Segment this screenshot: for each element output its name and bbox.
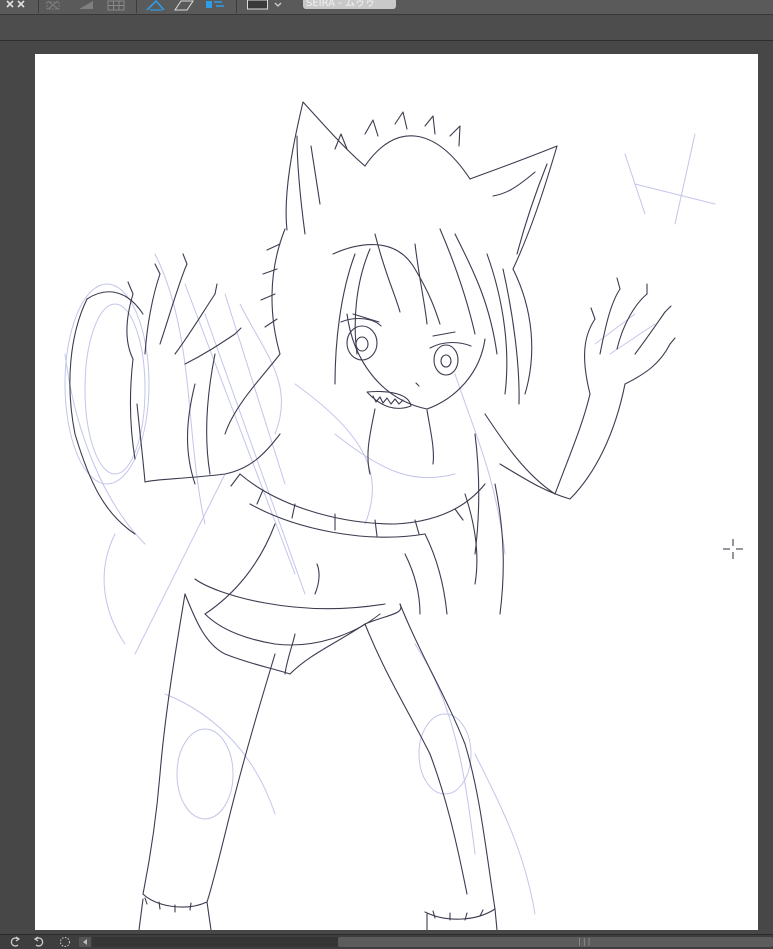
- subview-dropdown[interactable]: SEIRA - ムゥゥ: [303, 0, 396, 9]
- toolbar-separator: [38, 0, 39, 13]
- scrollbar-thumb[interactable]: [338, 937, 773, 947]
- ruler-snap-icon[interactable]: [144, 0, 168, 11]
- drawing-canvas[interactable]: [35, 54, 758, 930]
- scrollbar-grip: |||: [577, 937, 592, 946]
- sketch-artwork: [64, 101, 716, 930]
- tool-property-bar: [0, 15, 773, 41]
- crosshair-cursor-icon: [723, 539, 743, 559]
- perspective-ruler-icon[interactable]: [172, 0, 196, 11]
- rotate-left-icon[interactable]: [8, 936, 22, 948]
- rotate-right-icon[interactable]: [32, 936, 46, 948]
- toolbar-separator: [136, 0, 137, 13]
- toolbar-separator: [236, 0, 237, 13]
- scroll-left-icon[interactable]: [78, 936, 92, 948]
- status-bar: |||: [0, 934, 773, 949]
- color-swatch-icon[interactable]: [246, 0, 286, 11]
- command-bar: SEIRA - ムゥゥ: [0, 0, 773, 15]
- grid-icon[interactable]: [106, 0, 128, 11]
- transform-tool-icon[interactable]: [4, 0, 30, 11]
- fill-selection-icon[interactable]: [76, 0, 98, 11]
- clear-selection-icon[interactable]: [44, 0, 66, 11]
- special-ruler-icon[interactable]: [202, 0, 226, 11]
- lineart-layer: [69, 101, 676, 930]
- reset-rotation-icon[interactable]: [58, 936, 72, 948]
